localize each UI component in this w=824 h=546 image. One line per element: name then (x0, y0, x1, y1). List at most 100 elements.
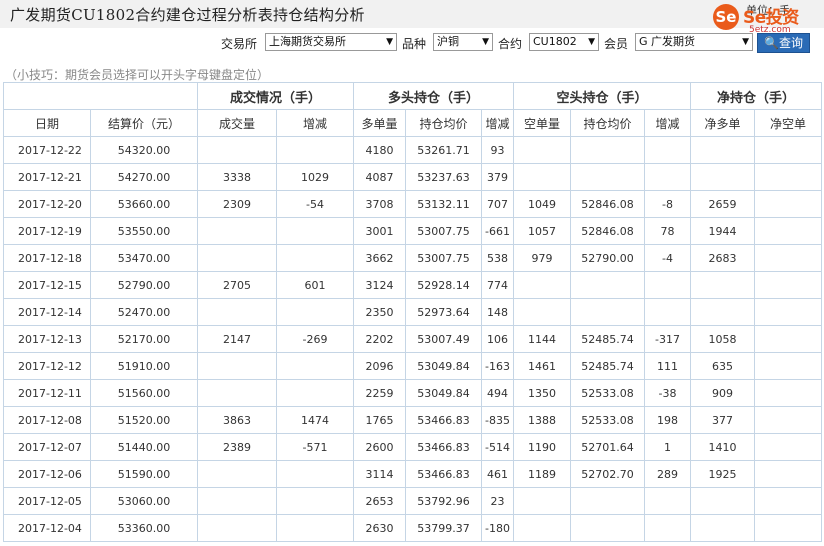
cell-net-long: 909 (690, 379, 756, 407)
table-row: 2017-12-06 51590.00 3114 53466.83 461 1189 527… (3, 460, 823, 488)
cell-short-chg: -38 (644, 379, 692, 407)
product-select[interactable]: 沪铜 ▼ (433, 33, 493, 51)
cell-vol-chg: 1029 (275, 163, 355, 191)
search-icon: 🔍 (764, 36, 779, 50)
cell-vol (197, 460, 277, 488)
cell-date: 2017-12-19 (3, 217, 91, 245)
cell-date: 2017-12-04 (3, 514, 91, 542)
cell-net-long: 2659 (690, 190, 756, 218)
cell-long: 2259 (353, 379, 407, 407)
chevron-down-icon: ▼ (742, 37, 749, 47)
table-row: 2017-12-22 54320.00 4180 53261.71 93 (3, 136, 823, 164)
chevron-down-icon: ▼ (386, 37, 393, 47)
cell-settle: 51560.00 (90, 379, 198, 407)
col-settle: 结算价（元） (90, 109, 198, 137)
cell-vol-chg (275, 514, 355, 542)
cell-long-avg: 52973.64 (405, 298, 483, 326)
cell-short: 1190 (513, 433, 572, 461)
cell-settle: 51440.00 (90, 433, 198, 461)
cell-short-avg (570, 163, 646, 191)
table-row: 2017-12-15 52790.00 2705 601 3124 52928.14 774 (3, 271, 823, 299)
cell-settle: 51520.00 (90, 406, 198, 434)
col-volume: 成交量 (197, 109, 277, 137)
contract-label: 合约 (498, 37, 523, 51)
member-label: 会员 (604, 37, 629, 51)
cell-date: 2017-12-15 (3, 271, 91, 299)
site-logo[interactable]: Se Se投资 5etz.com (713, 3, 817, 37)
cell-net-long (690, 298, 756, 326)
col-short-change: 增减 (644, 109, 692, 137)
cell-short-avg: 52702.70 (570, 460, 646, 488)
cell-long-avg: 53007.49 (405, 325, 483, 353)
table-row: 2017-12-07 51440.00 2389 -571 2600 53466.83 -5… (3, 433, 823, 461)
cell-short-chg: 1 (644, 433, 692, 461)
cell-date: 2017-12-07 (3, 433, 91, 461)
col-net-short: 净空单 (754, 109, 823, 137)
cell-net-short (754, 514, 823, 542)
query-button[interactable]: 🔍查询 (757, 33, 810, 53)
cell-short-chg: 198 (644, 406, 692, 434)
cell-long-chg: -163 (481, 352, 515, 380)
cell-net-long: 1925 (690, 460, 756, 488)
cell-long: 2653 (353, 487, 407, 515)
cell-long-avg: 53049.84 (405, 379, 483, 407)
cell-net-short (754, 460, 823, 488)
cell-date: 2017-12-21 (3, 163, 91, 191)
title-bar: 广发期货CU1802合约建仓过程分析表持仓结构分析 单位：手 (0, 0, 824, 28)
cell-short-chg: -4 (644, 244, 692, 272)
cell-settle: 53660.00 (90, 190, 198, 218)
cell-vol (197, 379, 277, 407)
cell-long: 2630 (353, 514, 407, 542)
cell-net-short (754, 271, 823, 299)
col-short: 空单量 (513, 109, 572, 137)
cell-long-chg: -835 (481, 406, 515, 434)
cell-vol-chg (275, 244, 355, 272)
cell-long-avg: 53792.96 (405, 487, 483, 515)
cell-date: 2017-12-20 (3, 190, 91, 218)
chevron-down-icon: ▼ (588, 37, 595, 47)
cell-net-long: 1944 (690, 217, 756, 245)
cell-long-chg: 93 (481, 136, 515, 164)
cell-short: 1144 (513, 325, 572, 353)
table-row: 2017-12-04 53360.00 2630 53799.37 -180 (3, 514, 823, 542)
table-row: 2017-12-11 51560.00 2259 53049.84 494 1350 525… (3, 379, 823, 407)
cell-settle: 54270.00 (90, 163, 198, 191)
cell-short-chg (644, 298, 692, 326)
col-date: 日期 (3, 109, 91, 137)
exchange-label: 交易所 (221, 37, 258, 51)
table-row: 2017-12-18 53470.00 3662 53007.75 538 979 5279… (3, 244, 823, 272)
cell-long-chg: -180 (481, 514, 515, 542)
cell-vol-chg (275, 460, 355, 488)
group-header-short: 空头持仓（手） (513, 82, 692, 110)
cell-short-chg (644, 163, 692, 191)
cell-vol (197, 244, 277, 272)
member-select[interactable]: G 广发期货 ▼ (635, 33, 753, 51)
cell-settle: 53550.00 (90, 217, 198, 245)
cell-net-short (754, 379, 823, 407)
cell-long-avg: 53466.83 (405, 406, 483, 434)
cell-vol-chg: 601 (275, 271, 355, 299)
cell-net-long: 1058 (690, 325, 756, 353)
cell-short-chg (644, 514, 692, 542)
cell-short-chg: -317 (644, 325, 692, 353)
cell-short: 1388 (513, 406, 572, 434)
contract-select[interactable]: CU1802 ▼ (529, 33, 599, 51)
exchange-select[interactable]: 上海期货交易所 ▼ (265, 33, 397, 51)
cell-long: 2600 (353, 433, 407, 461)
cell-net-long (690, 514, 756, 542)
cell-vol (197, 514, 277, 542)
col-long: 多单量 (353, 109, 407, 137)
cell-vol-chg: -269 (275, 325, 355, 353)
cell-vol-chg (275, 379, 355, 407)
cell-settle: 53470.00 (90, 244, 198, 272)
cell-short: 1189 (513, 460, 572, 488)
cell-short: 1049 (513, 190, 572, 218)
cell-short-chg: 78 (644, 217, 692, 245)
cell-settle: 52790.00 (90, 271, 198, 299)
cell-long-chg: 774 (481, 271, 515, 299)
cell-vol-chg (275, 136, 355, 164)
cell-net-long: 635 (690, 352, 756, 380)
col-long-avg: 持仓均价 (405, 109, 483, 137)
cell-net-long: 377 (690, 406, 756, 434)
cell-net-short (754, 325, 823, 353)
